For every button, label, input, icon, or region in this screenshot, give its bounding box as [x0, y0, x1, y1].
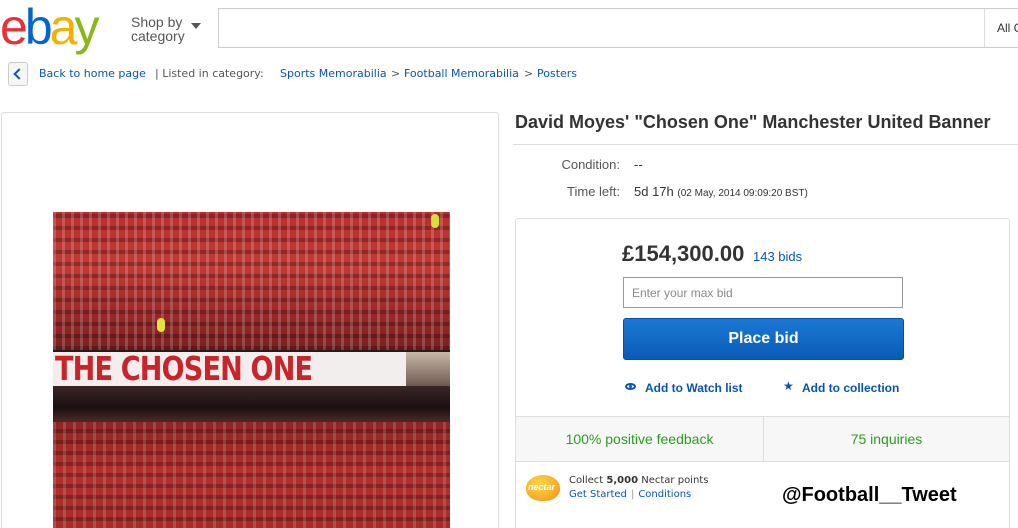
crowd-upper	[53, 212, 450, 350]
max-bid-input[interactable]	[623, 277, 903, 308]
condition-value: --	[634, 157, 643, 172]
time-left-end: (02 May, 2014 09:09:20 BST)	[677, 188, 808, 199]
nectar-collect-text: Collect 5,000 Nectar points	[569, 475, 708, 486]
nectar-links: Get Started | Conditions	[569, 489, 691, 500]
seller-stats: 100% positive feedback 75 inquiries	[516, 416, 1009, 462]
item-photo[interactable]: THE CHOSEN ONE	[53, 212, 450, 528]
banner-text: THE CHOSEN ONE	[55, 352, 313, 386]
search-input[interactable]	[219, 9, 979, 47]
listed-in-label: | Listed in category:	[155, 67, 264, 80]
time-left-value: 5d 17h	[634, 184, 674, 199]
breadcrumb-posters[interactable]: Posters	[537, 62, 577, 86]
eye-icon	[625, 383, 636, 390]
breadcrumb-separator: >	[524, 67, 534, 80]
breadcrumb-separator: >	[391, 67, 401, 80]
nectar-collect-prefix: Collect	[569, 475, 604, 486]
shop-by-line2: category	[131, 28, 185, 44]
bid-panel: £154,300.00 143 bids Place bid Add to Wa…	[515, 218, 1010, 528]
bids-count-link[interactable]: 143 bids	[753, 249, 802, 264]
positive-feedback[interactable]: 100% positive feedback	[516, 417, 763, 461]
back-button[interactable]	[8, 62, 28, 86]
title-divider	[513, 144, 1018, 145]
breadcrumb-football-memorabilia[interactable]: Football Memorabilia	[404, 62, 519, 86]
stand-roof	[53, 386, 450, 422]
svg-text:ebay: ebay	[0, 2, 99, 55]
condition-label: Condition:	[561, 157, 620, 172]
nectar-points: 5,000	[606, 475, 639, 486]
steward-figure	[431, 214, 439, 228]
place-bid-button[interactable]: Place bid	[623, 318, 904, 360]
time-left-label: Time left:	[567, 184, 620, 199]
star-icon: ★	[783, 379, 794, 393]
watermark-text: @Football__Tweet	[782, 484, 957, 506]
item-image-panel: THE CHOSEN ONE	[1, 112, 499, 528]
nectar-logo-icon: nectar	[526, 475, 560, 501]
nectar-conditions-link[interactable]: Conditions	[638, 489, 691, 500]
crowd-lower	[53, 422, 450, 528]
add-to-collection-link[interactable]: Add to collection	[802, 381, 899, 395]
add-to-watch-list-link[interactable]: Add to Watch list	[645, 381, 743, 395]
current-price: £154,300.00	[622, 241, 745, 266]
ebay-logo[interactable]: ebay	[0, 2, 120, 56]
steward-figure	[157, 318, 165, 332]
shop-by-category-button[interactable]: Shop by category	[131, 14, 201, 44]
search-bar: All C	[218, 8, 1018, 48]
chevron-left-icon	[13, 68, 25, 80]
ebay-logo-icon: ebay	[0, 2, 102, 55]
chevron-down-icon	[191, 23, 201, 29]
nectar-collect-suffix: Nectar points	[641, 475, 709, 486]
banner-portrait	[406, 352, 450, 386]
header: ebay Shop by category All C	[0, 0, 1018, 56]
item-title: David Moyes' "Chosen One" Manchester Uni…	[515, 112, 991, 132]
shop-by-line1: Shop by	[131, 14, 183, 30]
back-to-home-link[interactable]: Back to home page	[39, 62, 146, 86]
search-category-select[interactable]: All C	[984, 9, 1018, 47]
breadcrumb: Back to home page | Listed in category: …	[8, 62, 1018, 86]
time-left-value-group: 5d 17h (02 May, 2014 09:09:20 BST)	[634, 184, 808, 199]
nectar-logo-text: nectar	[528, 482, 556, 492]
banner: THE CHOSEN ONE	[53, 352, 450, 386]
nectar-get-started-link[interactable]: Get Started	[569, 489, 627, 500]
breadcrumb-sports-memorabilia[interactable]: Sports Memorabilia	[280, 62, 387, 86]
nectar-link-divider: |	[630, 489, 635, 500]
inquiries-count[interactable]: 75 inquiries	[764, 417, 1009, 461]
